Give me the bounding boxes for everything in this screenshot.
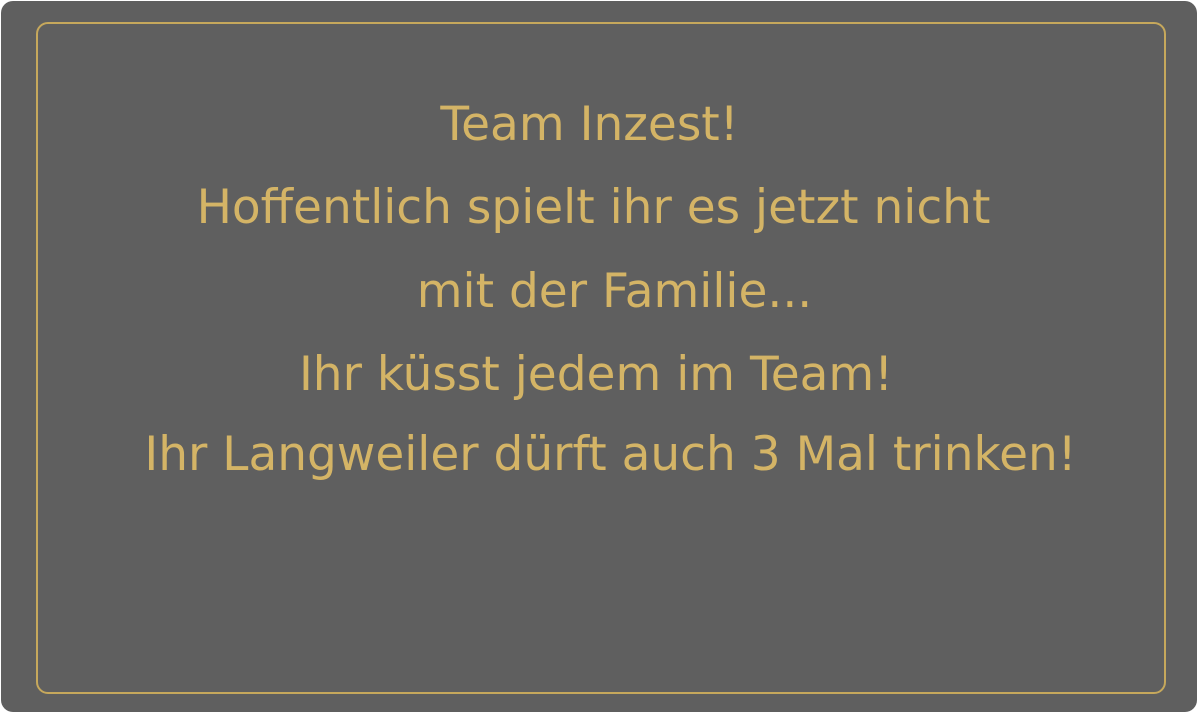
card-text-line: Ihr Langweiler dürft auch 3 Mal trinken! <box>144 427 1077 482</box>
card-text-line: Hoffentlich spielt ihr es jetzt nicht <box>196 180 991 235</box>
card-text-line: mit der Familie... <box>416 264 813 319</box>
card-text-line: Ihr küsst jedem im Team! <box>298 347 894 402</box>
card-title: Team Inzest! <box>440 97 739 152</box>
